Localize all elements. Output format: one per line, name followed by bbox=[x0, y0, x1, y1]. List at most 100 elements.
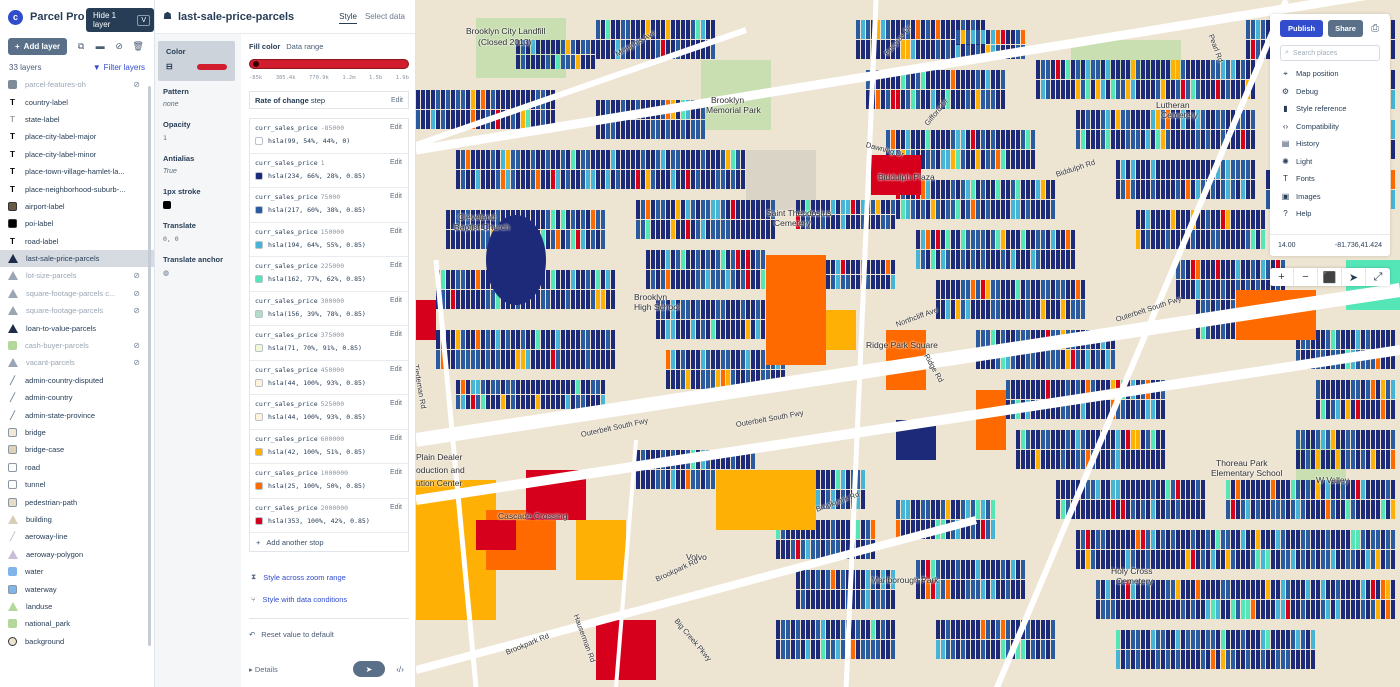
tab-select-data[interactable]: Select data bbox=[365, 12, 405, 24]
layer-item[interactable]: background bbox=[0, 633, 154, 650]
hidden-eye-icon[interactable]: ⊘ bbox=[133, 80, 140, 89]
zoom-out-icon[interactable]: − bbox=[1294, 268, 1318, 286]
color-swatch[interactable] bbox=[255, 206, 263, 214]
stop-edit-button[interactable]: Edit bbox=[390, 400, 402, 407]
stop-edit-button[interactable]: Edit bbox=[390, 297, 402, 304]
hidden-eye-icon[interactable]: ⊘ bbox=[133, 341, 140, 350]
layer-item[interactable]: cash-buyer-parcels ⊘ bbox=[0, 337, 154, 354]
color-swatch[interactable] bbox=[255, 482, 263, 490]
search-places-input[interactable]: ⌕ Search places bbox=[1280, 45, 1380, 61]
tool-map-position[interactable]: ⌖ Map position bbox=[1270, 65, 1390, 83]
code-mode-button[interactable]: ‹/› bbox=[391, 661, 409, 677]
app-name[interactable]: Parcel Pro bbox=[30, 11, 84, 23]
layer-item[interactable]: Tplace-city-label-major bbox=[0, 128, 154, 145]
layer-item[interactable]: Tplace-city-label-minor bbox=[0, 146, 154, 163]
stop-edit-button[interactable]: Edit bbox=[390, 331, 402, 338]
property-translate-anchor[interactable]: Translate anchor ◍ bbox=[155, 249, 241, 283]
property-opacity[interactable]: Opacity 1 bbox=[155, 114, 241, 148]
stop-edit-button[interactable]: Edit bbox=[390, 159, 402, 166]
layer-item[interactable]: square-footage-parcels c... ⊘ bbox=[0, 285, 154, 302]
publish-button[interactable]: Publish bbox=[1280, 20, 1324, 37]
layer-item[interactable]: square-footage-parcels ⊘ bbox=[0, 302, 154, 319]
add-layer-button[interactable]: + Add layer bbox=[8, 37, 68, 55]
layer-item[interactable]: building bbox=[0, 511, 154, 528]
data-conditions-link[interactable]: ⑂ Style with data conditions bbox=[249, 588, 409, 610]
property-translate[interactable]: Translate 0, 0 bbox=[155, 215, 241, 249]
hidden-eye-icon[interactable]: ⊘ bbox=[133, 358, 140, 367]
reset-button[interactable]: ↶ Reset value to default bbox=[249, 627, 409, 641]
property-antialias[interactable]: Antialias True bbox=[155, 148, 241, 181]
print-icon[interactable]: ⎙ bbox=[1371, 23, 1379, 34]
color-stop[interactable]: curr_sales_price 375000 Edit hsla(71, 70%, … bbox=[250, 326, 408, 361]
color-stop[interactable]: curr_sales_price 600000 Edit hsla(42, 100%,… bbox=[250, 430, 408, 464]
hidden-eye-icon[interactable]: ⊘ bbox=[133, 306, 140, 315]
color-stop[interactable]: curr_sales_price 300000 Edit hsla(156, 39%,… bbox=[250, 292, 408, 326]
details-toggle[interactable]: ▸ Details bbox=[249, 665, 278, 674]
stop-edit-button[interactable]: Edit bbox=[390, 469, 402, 476]
layer-item[interactable]: Tplace-town-village-hamlet-la... bbox=[0, 163, 154, 180]
stop-edit-button[interactable]: Edit bbox=[390, 228, 402, 235]
layer-item[interactable]: Tstate-label bbox=[0, 111, 154, 128]
layer-item[interactable]: bridge bbox=[0, 424, 154, 441]
tool-light[interactable]: ✺ Light bbox=[1270, 153, 1390, 171]
hidden-eye-icon[interactable]: ⊘ bbox=[133, 271, 140, 280]
ui-mode-button[interactable]: ➤ bbox=[353, 661, 385, 677]
layer-item[interactable]: waterway bbox=[0, 580, 154, 597]
stop-edit-button[interactable]: Edit bbox=[390, 366, 402, 373]
zoom-in-icon[interactable]: + bbox=[1270, 268, 1294, 286]
layer-item[interactable]: ╱ admin-country bbox=[0, 389, 154, 406]
color-stop[interactable]: curr_sales_price 225000 Edit hsla(162, 77%,… bbox=[250, 257, 408, 292]
group-icon[interactable]: ▬ bbox=[95, 41, 105, 51]
color-swatch[interactable] bbox=[255, 516, 263, 525]
app-logo-icon[interactable]: c bbox=[8, 9, 23, 25]
stop-edit-button[interactable]: Edit bbox=[390, 504, 402, 511]
color-stop[interactable]: curr_sales_price 450000 Edit hsla(44, 100%,… bbox=[250, 361, 408, 395]
layer-item[interactable]: Tplace-neighborhood-suburb-... bbox=[0, 180, 154, 197]
layer-item[interactable]: pedestrian-path bbox=[0, 493, 154, 510]
rate-edit-button[interactable]: Edit bbox=[391, 97, 403, 104]
layer-item[interactable]: Tcountry-label bbox=[0, 93, 154, 110]
layer-item[interactable]: ╱ admin-country-disputed bbox=[0, 372, 154, 389]
stop-edit-button[interactable]: Edit bbox=[390, 193, 402, 200]
stop-edit-button[interactable]: Edit bbox=[390, 262, 402, 269]
add-stop-button[interactable]: + Add another stop bbox=[250, 533, 408, 551]
layer-item[interactable]: landuse bbox=[0, 598, 154, 615]
map-canvas[interactable]: Brooklyn City Landfill (Closed 2013) Memph… bbox=[416, 0, 1400, 687]
color-swatch[interactable] bbox=[255, 275, 263, 283]
layer-item[interactable]: road bbox=[0, 459, 154, 476]
range-handle[interactable] bbox=[253, 61, 259, 67]
data-range-ramp[interactable] bbox=[249, 59, 409, 69]
color-stop[interactable]: curr_sales_price 2000000 Edit hsla(353, 100… bbox=[250, 499, 408, 533]
stop-edit-button[interactable]: Edit bbox=[390, 435, 402, 442]
layer-item[interactable]: parcel-features-oh ⊘ bbox=[0, 76, 154, 93]
layer-list-scrollbar[interactable] bbox=[148, 86, 151, 646]
tool-help[interactable]: ? Help bbox=[1270, 205, 1390, 223]
color-stop[interactable]: curr_sales_price 1000000 Edit hsla(25, 100%… bbox=[250, 464, 408, 499]
property-color[interactable]: Color ⊟ bbox=[158, 41, 235, 81]
color-swatch[interactable] bbox=[255, 137, 263, 145]
color-stop[interactable]: curr_sales_price 150000 Edit hsla(194, 64%,… bbox=[250, 223, 408, 257]
layer-item[interactable]: ╱ aeroway-line bbox=[0, 528, 154, 545]
color-swatch[interactable] bbox=[255, 447, 263, 456]
color-swatch[interactable] bbox=[255, 309, 263, 318]
editor-title[interactable]: last-sale-price-parcels bbox=[178, 11, 294, 23]
property-1px-stroke[interactable]: 1px stroke bbox=[155, 181, 241, 215]
layer-item[interactable]: water bbox=[0, 563, 154, 580]
tool-images[interactable]: ▣ Images bbox=[1270, 188, 1390, 206]
hide-icon[interactable]: ⊘ bbox=[114, 41, 124, 51]
tab-style[interactable]: Style bbox=[339, 12, 357, 24]
layer-item[interactable]: Troad-label bbox=[0, 233, 154, 250]
share-button[interactable]: Share bbox=[1328, 20, 1363, 37]
property-pattern[interactable]: Pattern none bbox=[155, 81, 241, 114]
lock-icon[interactable]: ⬛ bbox=[1318, 268, 1342, 286]
pointer-icon[interactable]: ➤ bbox=[1342, 268, 1366, 286]
layer-item[interactable]: poi-label bbox=[0, 215, 154, 232]
layer-item[interactable]: last-sale-price-parcels bbox=[0, 249, 154, 268]
layer-item[interactable]: airport-label bbox=[0, 198, 154, 215]
layer-item[interactable]: bridge-case bbox=[0, 441, 154, 458]
tool-compatibility[interactable]: ‹› Compatibility bbox=[1270, 118, 1390, 136]
color-swatch[interactable] bbox=[255, 378, 263, 387]
color-swatch[interactable] bbox=[255, 344, 263, 352]
layer-item[interactable]: aeroway-polygon bbox=[0, 546, 154, 563]
layer-item[interactable]: national_park bbox=[0, 615, 154, 632]
